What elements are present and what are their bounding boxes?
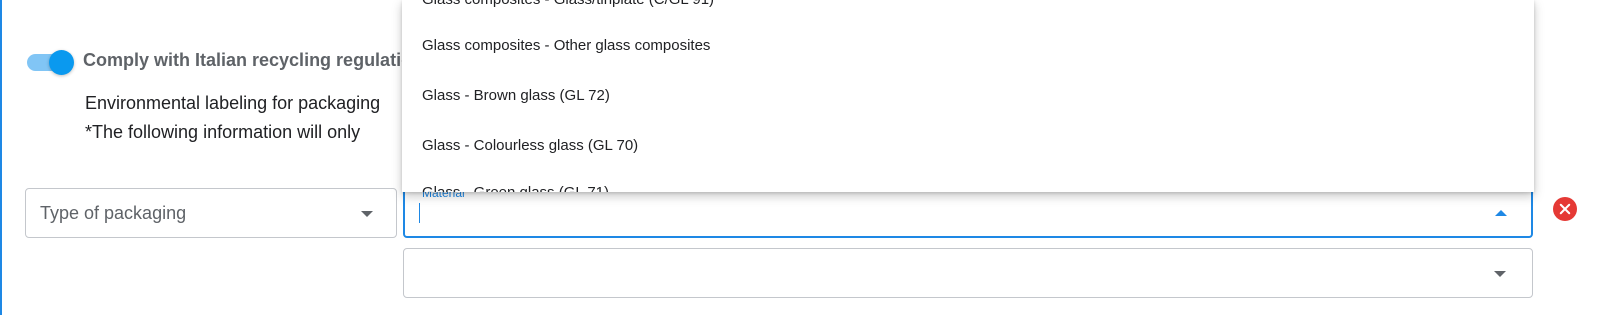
packaging-type-placeholder: Type of packaging — [40, 203, 187, 223]
info-text-line-2: *The following information will only — [85, 122, 361, 142]
chevron-down-icon — [361, 211, 373, 217]
material-dropdown-menu: Glass composites - Glass/tinplate (C/GL … — [402, 0, 1534, 192]
chevron-down-icon — [1494, 271, 1506, 277]
menu-option[interactable]: Glass - Colourless glass (GL 70) — [422, 137, 638, 154]
text-cursor — [419, 203, 420, 223]
toggle-label: Comply with Italian recycling regulation… — [83, 50, 434, 70]
packaging-type-select[interactable]: Type of packaging — [25, 188, 397, 238]
material-select[interactable] — [403, 188, 1533, 238]
menu-option[interactable]: Glass - Brown glass (GL 72) — [422, 87, 610, 104]
menu-option[interactable]: Glass composites - Other glass composite… — [422, 37, 710, 54]
italian-recycling-toggle[interactable] — [27, 50, 75, 75]
panel-border — [0, 0, 2, 315]
menu-option[interactable]: Glass composites - Glass/tinplate (C/GL … — [422, 0, 714, 8]
menu-option[interactable]: Glass - Green glass (GL 71) — [422, 184, 609, 192]
toggle-thumb — [49, 50, 74, 75]
secondary-select[interactable] — [403, 248, 1533, 298]
close-circle-icon[interactable] — [1553, 197, 1577, 221]
chevron-up-icon[interactable] — [1495, 210, 1507, 216]
page: Comply with Italian recycling regulation… — [0, 0, 1600, 315]
info-text-line-1: Environmental labeling for packaging — [85, 93, 381, 113]
